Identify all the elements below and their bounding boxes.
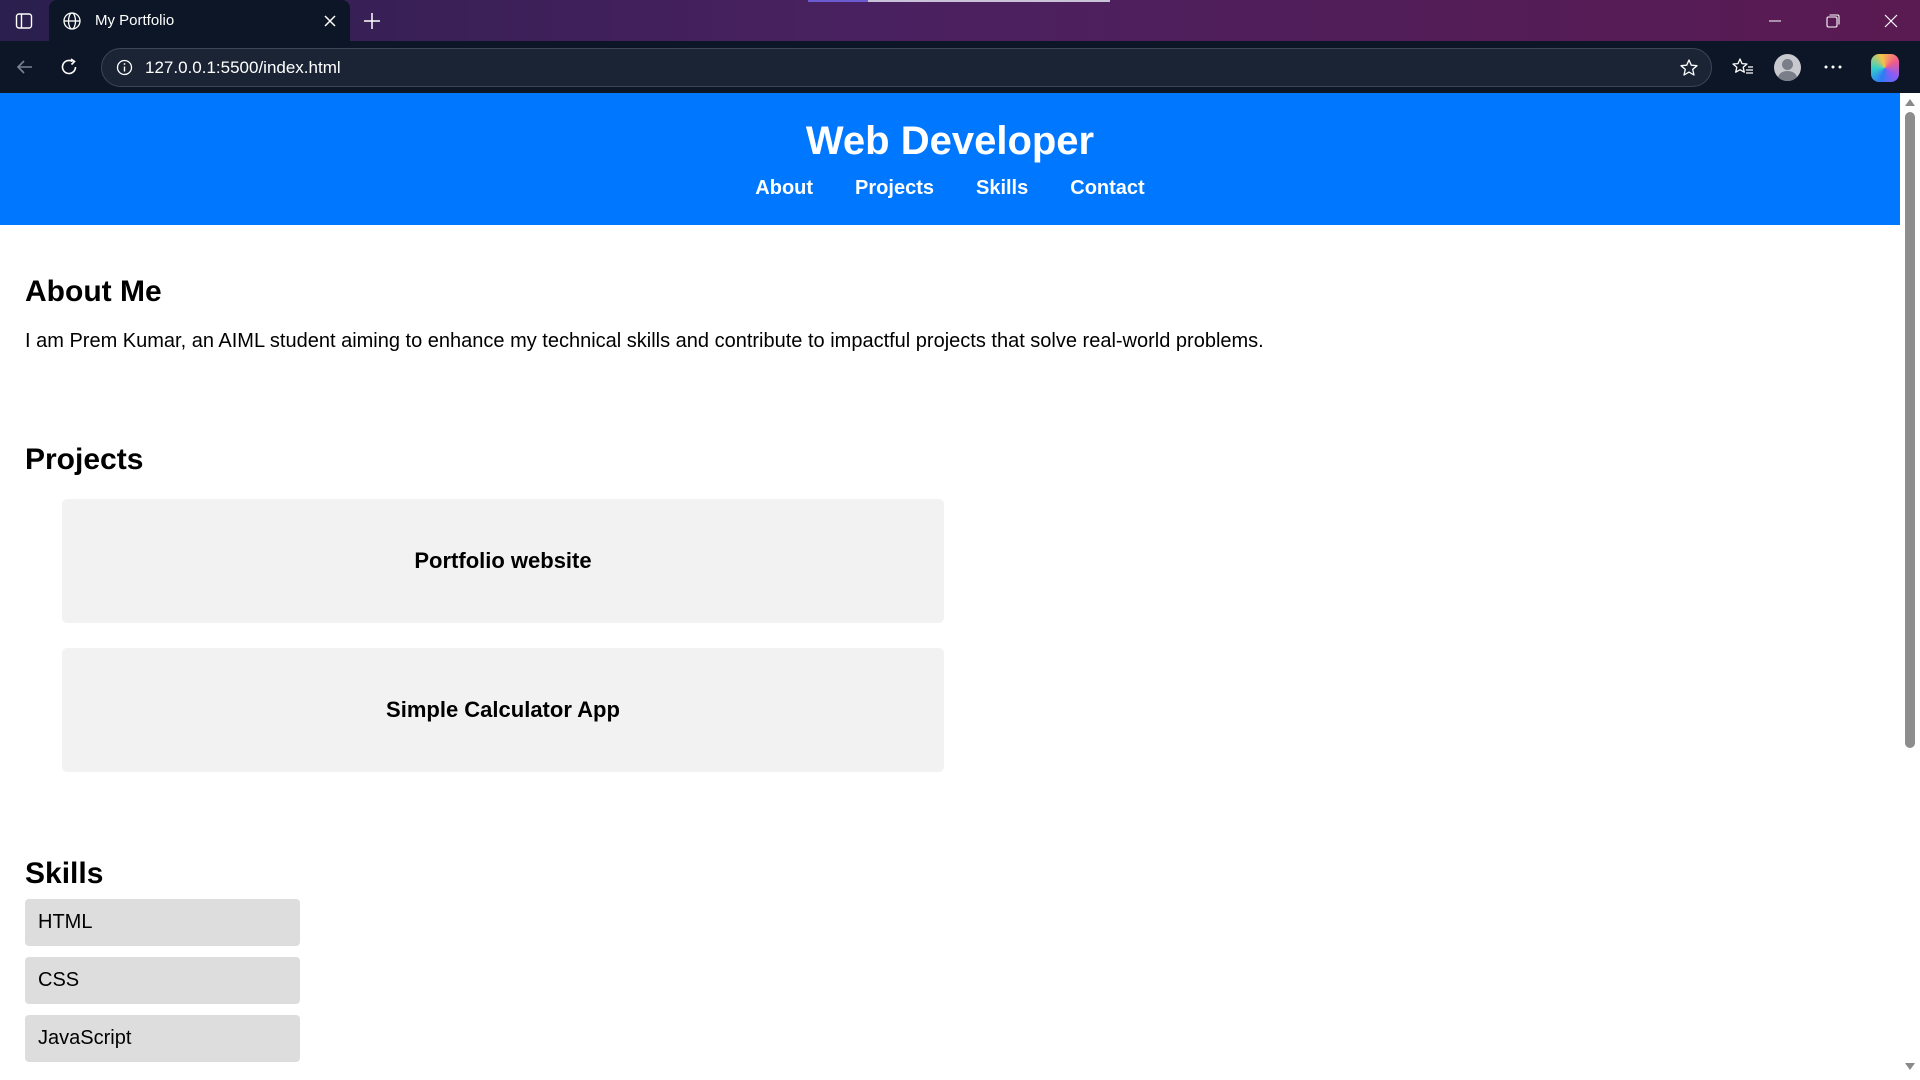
nav-link-contact[interactable]: Contact (1070, 175, 1144, 201)
nav-link-skills[interactable]: Skills (976, 175, 1028, 201)
tab-title: My Portfolio (95, 12, 175, 29)
page-viewport: Web Developer About Projects Skills Cont… (0, 93, 1900, 1080)
star-icon[interactable] (1673, 52, 1705, 84)
page-scrollbar[interactable] (1900, 93, 1920, 1080)
restore-icon[interactable] (1804, 0, 1862, 41)
project-card-calculator: Simple Calculator App (62, 648, 944, 772)
browser-tab-bar: My Portfolio (0, 0, 1920, 41)
scroll-down-icon[interactable] (1905, 1063, 1915, 1070)
browser-tab-active[interactable]: My Portfolio (49, 0, 350, 41)
scroll-thumb[interactable] (1905, 112, 1915, 748)
favorites-icon[interactable] (1726, 50, 1760, 84)
skills-heading: Skills (25, 857, 104, 890)
minimize-icon[interactable] (1746, 0, 1804, 41)
projects-section: Projects Portfolio website Simple Calcul… (0, 353, 1900, 772)
about-section: About Me I am Prem Kumar, an AIML studen… (0, 225, 1900, 353)
avatar[interactable] (1774, 54, 1801, 81)
site-header: Web Developer About Projects Skills Cont… (0, 93, 1900, 225)
loading-strip-accent (808, 0, 868, 2)
copilot-icon[interactable] (1871, 54, 1899, 82)
reload-icon[interactable] (52, 50, 86, 84)
skills-section: Skills HTML CSS JavaScript (0, 772, 1900, 1062)
close-icon[interactable] (316, 7, 344, 35)
globe-icon (61, 10, 83, 32)
url-text[interactable]: 127.0.0.1:5500/index.html (145, 58, 1673, 78)
project-card-portfolio: Portfolio website (62, 499, 944, 623)
skill-item-html: HTML (25, 899, 300, 946)
back-icon[interactable] (8, 50, 42, 84)
nav-link-about[interactable]: About (755, 175, 813, 201)
site-title: Web Developer (805, 119, 1095, 163)
projects-heading: Projects (25, 443, 144, 476)
about-heading: About Me (25, 275, 162, 308)
sidebar-toggle-icon[interactable] (10, 8, 38, 34)
address-bar[interactable]: 127.0.0.1:5500/index.html (101, 48, 1712, 87)
nav-link-projects[interactable]: Projects (855, 175, 934, 201)
browser-toolbar: 127.0.0.1:5500/index.html (0, 41, 1920, 93)
skill-item-javascript: JavaScript (25, 1015, 300, 1062)
skill-item-css: CSS (25, 957, 300, 1004)
info-icon[interactable] (114, 58, 134, 78)
window-close-icon[interactable] (1862, 0, 1920, 41)
more-icon[interactable] (1816, 50, 1850, 84)
plus-icon[interactable] (357, 6, 387, 36)
about-text: I am Prem Kumar, an AIML student aiming … (25, 330, 1264, 352)
scroll-up-icon[interactable] (1905, 99, 1915, 106)
site-nav: About Projects Skills Contact (0, 175, 1900, 201)
